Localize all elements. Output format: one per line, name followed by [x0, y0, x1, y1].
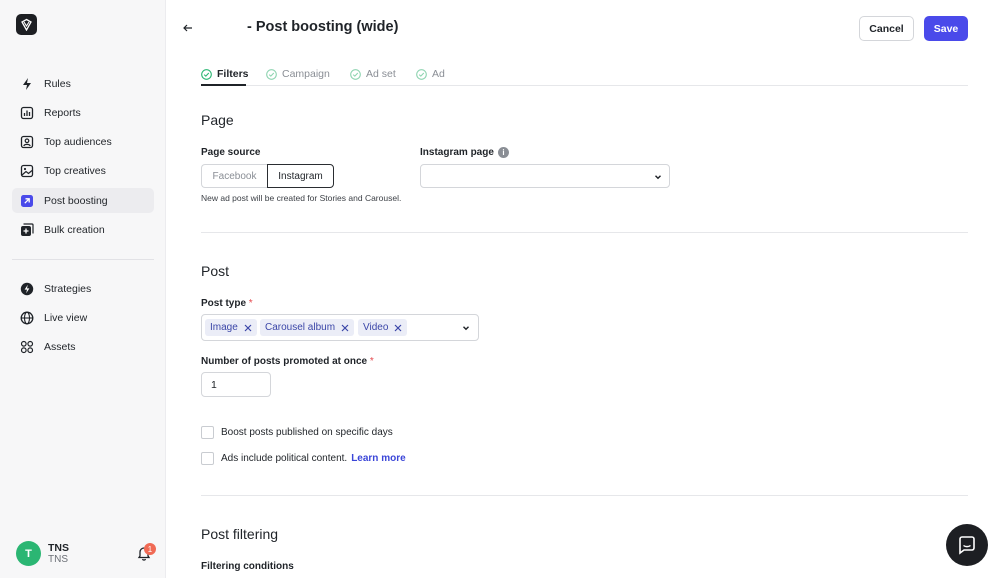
- sidebar-item-label: Top creatives: [44, 164, 106, 177]
- section-heading-page: Page: [201, 112, 234, 128]
- instagram-page-label: Instagram page: [420, 147, 494, 158]
- section-divider: [201, 495, 968, 496]
- app-logo[interactable]: [16, 14, 37, 35]
- bar-chart-icon: [19, 105, 35, 121]
- arrow-left-icon: [183, 24, 192, 32]
- sidebar-item-top-creatives[interactable]: Top creatives: [12, 158, 154, 183]
- source-facebook-option[interactable]: Facebook: [201, 164, 267, 188]
- source-instagram-option[interactable]: Instagram: [267, 164, 334, 188]
- section-heading-post: Post: [201, 263, 230, 279]
- post-type-chip-video: Video: [358, 319, 408, 336]
- boost-specific-days-row: Boost posts published on specific days: [201, 426, 393, 439]
- sidebar-item-bulk-creation[interactable]: Bulk creation: [12, 217, 154, 242]
- sidebar-item-label: Bulk creation: [44, 223, 105, 236]
- chevron-down-icon: [655, 175, 661, 180]
- chat-launcher-button[interactable]: [946, 524, 988, 566]
- back-button[interactable]: [180, 20, 196, 36]
- sidebar-item-label: Live view: [44, 311, 88, 324]
- active-tab-indicator: [201, 84, 246, 86]
- logo-icon: [21, 18, 32, 31]
- check-circle-icon: [416, 68, 427, 80]
- tab-label: Campaign: [282, 68, 330, 80]
- bolt-circle-icon: [19, 281, 35, 297]
- learn-more-link[interactable]: Learn more: [351, 453, 405, 464]
- stack-plus-icon: [19, 222, 35, 238]
- image-icon: [19, 163, 35, 179]
- sidebar-item-post-boosting[interactable]: Post boosting: [12, 188, 154, 213]
- page-source-hint: New ad post will be created for Stories …: [201, 193, 402, 203]
- tab-label: Filters: [217, 68, 249, 80]
- tab-campaign[interactable]: Campaign: [266, 65, 330, 83]
- post-type-chip-carousel: Carousel album: [260, 319, 355, 336]
- sidebar-item-top-audiences[interactable]: Top audiences: [12, 129, 154, 154]
- notification-badge: 1: [144, 543, 156, 555]
- chat-icon: [959, 536, 975, 555]
- close-icon[interactable]: [244, 324, 252, 332]
- section-divider: [201, 232, 968, 233]
- page-source-toggle: Facebook Instagram: [201, 164, 334, 188]
- tab-label: Ad: [432, 68, 445, 80]
- sidebar-divider: [12, 259, 154, 260]
- political-content-checkbox[interactable]: [201, 452, 214, 465]
- avatar: T: [16, 541, 41, 566]
- boost-specific-days-label: Boost posts published on specific days: [221, 427, 393, 438]
- page-source-label: Page source: [201, 147, 261, 158]
- sidebar-item-label: Strategies: [44, 282, 92, 295]
- info-icon[interactable]: i: [498, 147, 509, 158]
- tab-ad-set[interactable]: Ad set: [350, 65, 396, 83]
- person-card-icon: [19, 134, 35, 150]
- sidebar-item-label: Post boosting: [44, 194, 108, 207]
- user-profile[interactable]: T TNS TNS: [16, 541, 69, 566]
- post-type-label: Post type *: [201, 298, 253, 309]
- check-circle-icon: [266, 68, 277, 80]
- political-content-label: Ads include political content.: [221, 453, 348, 464]
- check-circle-icon: [350, 68, 361, 80]
- sidebar-item-label: Assets: [44, 340, 76, 353]
- sidebar-item-label: Rules: [44, 77, 71, 90]
- grid-icon: [19, 339, 35, 355]
- sidebar-item-live-view[interactable]: Live view: [12, 305, 154, 330]
- tab-label: Ad set: [366, 68, 396, 80]
- filtering-conditions-label: Filtering conditions: [201, 561, 294, 572]
- sidebar-item-assets[interactable]: Assets: [12, 334, 154, 359]
- save-button[interactable]: Save: [924, 16, 968, 41]
- chevron-down-icon: [463, 326, 469, 331]
- sidebar-item-label: Top audiences: [44, 135, 112, 148]
- tabs-divider: [201, 85, 968, 86]
- tab-filters[interactable]: Filters: [201, 65, 249, 83]
- instagram-page-select[interactable]: [420, 164, 670, 188]
- sidebar-item-reports[interactable]: Reports: [12, 100, 154, 125]
- close-icon[interactable]: [394, 324, 402, 332]
- page-title: - Post boosting (wide): [247, 19, 399, 35]
- sidebar-item-rules[interactable]: Rules: [12, 71, 154, 96]
- boost-specific-days-checkbox[interactable]: [201, 426, 214, 439]
- user-workspace: TNS: [48, 553, 68, 565]
- check-circle-icon: [201, 68, 212, 80]
- post-type-chip-image: Image: [205, 319, 257, 336]
- sidebar-item-label: Reports: [44, 106, 81, 119]
- user-name: TNS: [48, 541, 69, 554]
- lightning-icon: [19, 76, 35, 92]
- political-content-row: Ads include political content. Learn mor…: [201, 452, 406, 465]
- sidebar: Rules Reports Top audiences Top creative…: [0, 0, 166, 578]
- posts-count-label: Number of posts promoted at once *: [201, 356, 374, 367]
- posts-count-input[interactable]: 1: [201, 372, 271, 397]
- cancel-button[interactable]: Cancel: [859, 16, 914, 41]
- globe-icon: [19, 310, 35, 326]
- close-icon[interactable]: [341, 324, 349, 332]
- section-heading-post-filtering: Post filtering: [201, 526, 279, 542]
- tab-ad[interactable]: Ad: [416, 65, 445, 83]
- arrow-up-right-icon: [19, 193, 35, 209]
- sidebar-item-strategies[interactable]: Strategies: [12, 276, 154, 301]
